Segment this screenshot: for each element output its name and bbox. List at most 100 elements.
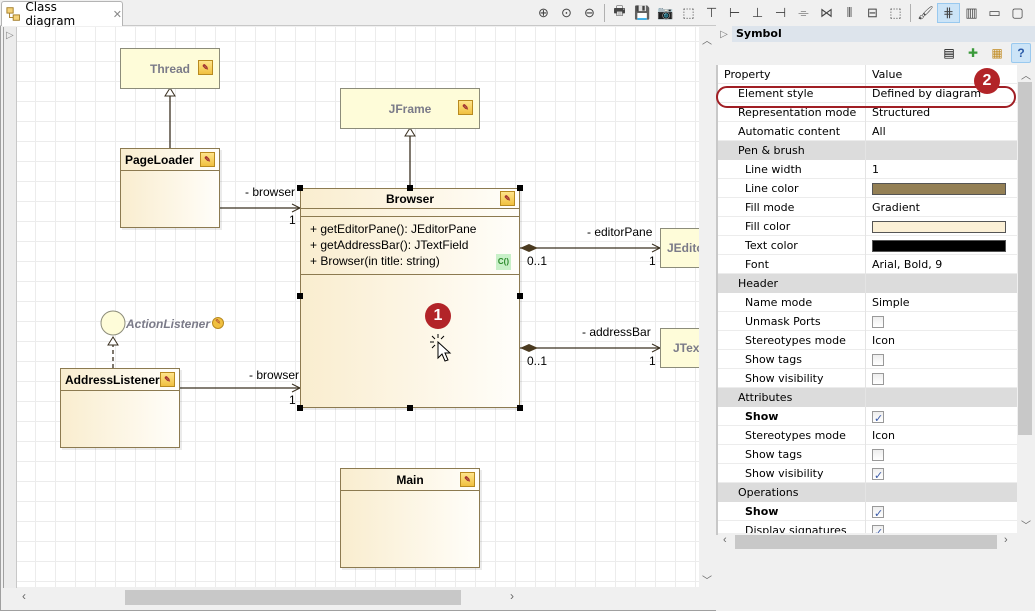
scroll-down-icon[interactable]: ﹀ (1021, 517, 1031, 532)
checkbox[interactable] (872, 466, 884, 485)
property-group-row[interactable]: Operations (718, 482, 1017, 502)
property-value[interactable]: Icon (866, 331, 1017, 350)
property-value[interactable]: Simple (866, 293, 1017, 312)
select-region-icon[interactable]: ⬚ (677, 3, 700, 23)
resize-handle[interactable] (517, 405, 523, 411)
property-value[interactable]: Icon (866, 426, 1017, 445)
minimize-icon[interactable]: ▭ (983, 3, 1006, 23)
property-group-row[interactable]: Pen & brush (718, 140, 1017, 160)
property-row[interactable]: Show visibility (718, 463, 1017, 485)
distribute-vertical-icon[interactable]: ⊟ (861, 3, 884, 23)
actionlistener-interface-circle[interactable] (100, 310, 126, 336)
operation[interactable]: + getEditorPane(): JEditorPane (310, 221, 519, 237)
snapshot-icon[interactable]: 📷 (654, 3, 677, 23)
diagram-canvas[interactable]: Thread ✎ JFrame ✎ PageLoader ✎ Browser ✎ +… (17, 27, 699, 587)
property-value[interactable]: 1 (866, 160, 1017, 179)
format-painter-icon[interactable]: 🖌 (914, 3, 937, 23)
reset-style-icon[interactable]: ▤ (939, 43, 959, 63)
expand-palette-icon[interactable]: ▷ (6, 30, 14, 41)
property-row[interactable]: Show tags (718, 444, 1017, 464)
checkbox[interactable] (872, 372, 884, 385)
scroll-up-icon[interactable]: ︿ (702, 32, 712, 47)
checkbox[interactable] (872, 523, 884, 533)
class-thread[interactable]: Thread ✎ (120, 48, 220, 89)
property-row[interactable]: Automatic content All (718, 121, 1017, 141)
fit-icon[interactable]: ⬚ (884, 3, 907, 23)
color-swatch[interactable] (872, 182, 1006, 195)
operation[interactable]: + Browser(in title: string) (310, 253, 519, 269)
zoom-reset-icon[interactable]: ⊙ (555, 3, 578, 23)
property-table-horizontal-scrollbar[interactable]: ‹ › (718, 533, 1017, 551)
property-row[interactable]: Show visibility (718, 368, 1017, 388)
checkbox[interactable] (872, 448, 884, 461)
resize-handle[interactable] (517, 293, 523, 299)
panel-header[interactable]: ▷ Symbol (716, 26, 1035, 42)
property-row[interactable]: Stereotypes mode Icon (718, 330, 1017, 350)
align-right-icon[interactable]: ⊣ (769, 3, 792, 23)
center-vertical-icon[interactable]: ⋈ (815, 3, 838, 23)
property-row[interactable]: Show (718, 406, 1017, 428)
class-addresslistener[interactable]: AddressListener ✎ (60, 368, 180, 448)
resize-handle[interactable] (297, 185, 303, 191)
apply-style-icon[interactable]: ▦ (987, 43, 1007, 63)
checkbox[interactable] (872, 353, 884, 366)
property-table-vertical-scrollbar[interactable]: ︿ ﹀ (1017, 65, 1033, 535)
scroll-up-icon[interactable]: ︿ (1021, 67, 1031, 82)
resize-handle[interactable] (517, 185, 523, 191)
print-icon[interactable]: 🖶 (608, 3, 631, 23)
scroll-right-icon[interactable]: › (1004, 534, 1008, 546)
collapse-panel-icon[interactable]: ▷ (716, 29, 732, 40)
align-top-icon[interactable]: ⊤ (700, 3, 723, 23)
scroll-thumb[interactable] (1018, 82, 1032, 435)
center-horizontal-icon[interactable]: ⌯ (792, 3, 815, 23)
color-swatch[interactable] (872, 239, 1006, 252)
class-jframe[interactable]: JFrame ✎ (340, 88, 480, 129)
zoom-out-icon[interactable]: ⊖ (578, 3, 601, 23)
property-row[interactable]: Show tags (718, 349, 1017, 369)
property-row[interactable]: Text color (718, 235, 1017, 255)
checkbox[interactable] (872, 504, 884, 523)
class-pageloader[interactable]: PageLoader ✎ (120, 148, 220, 228)
checkbox[interactable] (872, 409, 884, 428)
checkbox[interactable] (872, 315, 884, 328)
maximize-icon[interactable]: ▢ (1006, 3, 1029, 23)
class-main[interactable]: Main ✎ (340, 468, 480, 568)
scroll-right-icon[interactable]: › (510, 589, 514, 603)
help-icon[interactable]: ? (1011, 43, 1031, 63)
panel-vertical-scrollbar[interactable]: ︿ ﹀ (699, 27, 715, 587)
property-value[interactable]: Arial, Bold, 9 (866, 255, 1017, 274)
property-row[interactable]: Font Arial, Bold, 9 (718, 254, 1017, 274)
scroll-left-icon[interactable]: ‹ (723, 534, 727, 546)
align-left-icon[interactable]: ⊢ (723, 3, 746, 23)
property-group-row[interactable]: Header (718, 273, 1017, 293)
tab-class-diagram[interactable]: Class diagram ✕ (1, 0, 123, 28)
close-icon[interactable]: ✕ (113, 8, 122, 21)
grid-icon[interactable]: ⋕ (937, 3, 960, 23)
palette-collapse-gutter[interactable]: ▷ (3, 27, 17, 588)
add-style-icon[interactable]: ✚ (963, 43, 983, 63)
scroll-thumb[interactable] (125, 590, 461, 605)
align-bottom-icon[interactable]: ⊥ (746, 3, 769, 23)
property-value[interactable]: All (866, 122, 1017, 141)
resize-handle[interactable] (407, 405, 413, 411)
operation[interactable]: + getAddressBar(): JTextField (310, 237, 519, 253)
property-row[interactable]: Line color (718, 178, 1017, 198)
property-row[interactable]: Stereotypes mode Icon (718, 425, 1017, 445)
property-row[interactable]: Fill mode Gradient (718, 197, 1017, 217)
scroll-thumb[interactable] (735, 535, 997, 549)
class-jtextfield[interactable]: JTex (660, 328, 699, 368)
distribute-horizontal-icon[interactable]: ⫴ (838, 3, 861, 23)
property-row[interactable]: Fill color (718, 216, 1017, 236)
canvas-horizontal-scrollbar[interactable]: ‹ › (17, 588, 699, 606)
property-row[interactable]: Line width 1 (718, 159, 1017, 179)
resize-handle[interactable] (297, 293, 303, 299)
color-swatch[interactable] (872, 220, 1006, 233)
scroll-left-icon[interactable]: ‹ (22, 589, 26, 603)
property-value[interactable]: Gradient (866, 198, 1017, 217)
resize-handle[interactable] (407, 185, 413, 191)
property-row[interactable]: Unmask Ports (718, 311, 1017, 331)
property-group-row[interactable]: Attributes (718, 387, 1017, 407)
panel-icon[interactable]: ▥ (960, 3, 983, 23)
save-icon[interactable]: 💾 (631, 3, 654, 23)
property-row[interactable]: Display signatures (718, 520, 1017, 533)
